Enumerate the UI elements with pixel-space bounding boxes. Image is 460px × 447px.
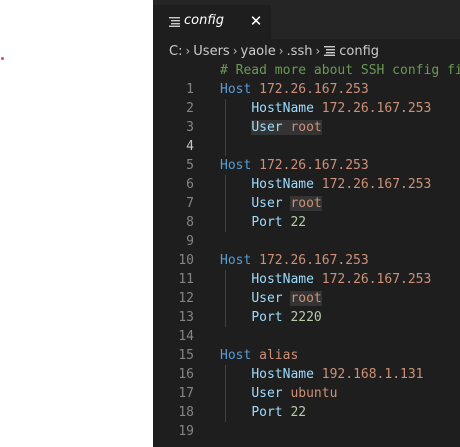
user-value: root [290, 196, 322, 211]
key-port: Port [251, 310, 283, 325]
hostname-value: 192.168.1.131 [321, 367, 424, 382]
breadcrumb-separator-icon: › [278, 44, 284, 58]
breadcrumb-file[interactable]: config [339, 44, 379, 59]
code-line[interactable]: 10 [153, 232, 460, 268]
code-line[interactable]: 11 Host 172.26.167.253 [153, 251, 460, 287]
host-value: alias [259, 348, 299, 363]
breadcrumb: C: › Users › yaole › .ssh › config [169, 42, 379, 60]
tab-label: config [184, 13, 224, 28]
key-user: User [251, 386, 283, 401]
keyword-host: Host [220, 348, 252, 363]
host-value: 172.26.167.253 [259, 82, 369, 97]
code-line[interactable]: 19 Port 22 [153, 403, 460, 439]
code-line[interactable]: 2 Host 172.26.167.253 [153, 80, 460, 116]
tab-bar: config ✕ [153, 0, 460, 39]
left-pane [0, 0, 153, 447]
hostname-value: 172.26.167.253 [321, 272, 432, 287]
port-value: 22 [290, 215, 307, 230]
code-line[interactable]: 13 User root [153, 289, 460, 325]
key-hostname: HostName [251, 101, 314, 116]
key-user: User [251, 291, 283, 306]
keyword-host: Host [220, 158, 252, 173]
code-line[interactable]: 3 HostName 172.26.167.253 [153, 99, 460, 135]
keyword-host: Host [220, 82, 252, 97]
code-lines[interactable]: 1 # Read more about SSH config fi 2 Host… [153, 61, 460, 439]
code-line[interactable]: 16 Host alias [153, 346, 460, 382]
code-line-active[interactable]: 4 User root [153, 118, 460, 154]
breadcrumb-separator-icon: › [185, 44, 191, 58]
breadcrumb-yaole[interactable]: yaole [241, 44, 276, 59]
key-user: User [251, 120, 283, 135]
breadcrumb-drive[interactable]: C: [169, 44, 182, 59]
tab-config[interactable]: config ✕ [153, 5, 271, 39]
code-line[interactable]: 1 # Read more about SSH config fi [153, 61, 460, 97]
key-hostname: HostName [251, 367, 314, 382]
code-line[interactable]: 17 HostName 192.168.1.131 [153, 365, 460, 401]
hostname-value: 172.26.167.253 [321, 177, 432, 192]
port-value: 2220 [290, 310, 322, 325]
breadcrumb-separator-icon: › [315, 44, 321, 58]
code-line[interactable]: 14 Port 2220 [153, 308, 460, 344]
port-value: 22 [290, 405, 307, 420]
key-user: User [251, 196, 283, 211]
user-value: ubuntu [290, 386, 338, 401]
code-line[interactable]: 15 [153, 327, 460, 363]
key-port: Port [251, 215, 283, 230]
code-line[interactable]: 6 Host 172.26.167.253 [153, 156, 460, 192]
code-line[interactable]: 12 HostName 172.26.167.253 [153, 270, 460, 306]
keyword-host: Host [220, 253, 252, 268]
user-value: root [290, 291, 322, 306]
code-line[interactable]: 9 Port 22 [153, 213, 460, 249]
code-editor[interactable]: config ✕ C: › Users › yaole › .ssh › con… [153, 0, 460, 447]
key-hostname: HostName [251, 177, 314, 192]
comment-text: # Read more about SSH config fi [220, 63, 460, 78]
key-port: Port [251, 405, 283, 420]
code-line[interactable]: 8 User root [153, 194, 460, 230]
host-value: 172.26.167.253 [259, 253, 369, 268]
breadcrumb-separator-icon: › [232, 44, 238, 58]
user-value: root [290, 120, 322, 135]
key-hostname: HostName [251, 272, 314, 287]
host-value: 172.26.167.253 [259, 158, 369, 173]
code-line[interactable]: 5 [153, 137, 460, 173]
code-line[interactable]: 7 HostName 172.26.167.253 [153, 175, 460, 211]
line-number: 19 [178, 424, 194, 439]
list-icon [324, 46, 336, 56]
breadcrumb-users[interactable]: Users [193, 44, 229, 59]
indent-guide [225, 137, 226, 156]
breadcrumb-ssh[interactable]: .ssh [287, 44, 313, 59]
modified-indicator-dot [1, 57, 4, 60]
hostname-value: 172.26.167.253 [321, 101, 432, 116]
code-line[interactable]: 18 User ubuntu [153, 384, 460, 420]
list-icon [169, 17, 180, 27]
close-icon[interactable]: ✕ [249, 13, 263, 29]
